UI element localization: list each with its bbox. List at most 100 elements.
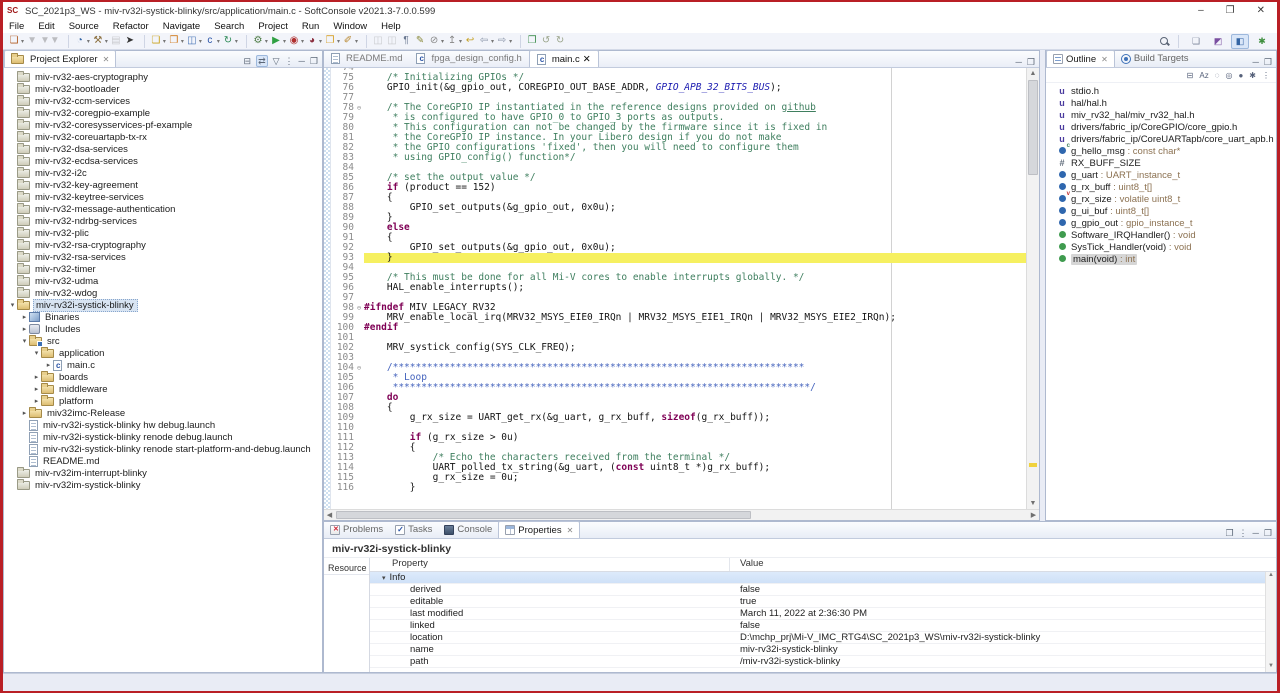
- dropdown-arrow-icon[interactable]: ▾: [319, 38, 322, 45]
- tab-console[interactable]: Console: [438, 521, 498, 538]
- minimize-view-icon[interactable]: ─: [1016, 57, 1022, 67]
- minimize-view-icon[interactable]: ─: [1253, 57, 1259, 67]
- outline-item[interactable]: main(void) : int: [1046, 253, 1276, 265]
- outline-item[interactable]: udrivers/fabric_ip/CoreUARTapb/core_uart…: [1046, 133, 1276, 145]
- tab-tasks[interactable]: Tasks: [389, 521, 438, 538]
- close-tab-icon[interactable]: ✕: [583, 54, 591, 65]
- twisty-icon[interactable]: ▸: [44, 361, 53, 369]
- view-menu-icon[interactable]: ⋮: [1262, 71, 1270, 80]
- scroll-down-icon[interactable]: ▼: [1266, 663, 1276, 672]
- hide-fields-icon[interactable]: ◌: [1215, 71, 1220, 80]
- tree-item[interactable]: miv-rv32i-systick-blinky renode start-pl…: [4, 443, 322, 455]
- scroll-left-icon[interactable]: ◀: [324, 510, 335, 520]
- show-whitespace-button[interactable]: ¶: [399, 34, 413, 49]
- tree-item[interactable]: ▸miv32imc-Release: [4, 407, 322, 419]
- outline-item[interactable]: vg_rx_size : volatile uint8_t: [1046, 193, 1276, 205]
- property-row[interactable]: locationD:\mchp_prj\Mi-V_IMC_RTG4\SC_202…: [370, 632, 1276, 644]
- tree-item[interactable]: ▸platform: [4, 395, 322, 407]
- close-view-icon[interactable]: ✕: [1101, 55, 1108, 64]
- run-button[interactable]: ▶▾: [269, 34, 287, 49]
- tree-item[interactable]: miv-rv32-rsa-cryptography: [4, 239, 322, 251]
- resource-tab[interactable]: Resource: [324, 562, 369, 575]
- tree-item[interactable]: miv-rv32-dsa-services: [4, 143, 322, 155]
- dropdown-arrow-icon[interactable]: ▾: [265, 38, 268, 45]
- tree-item[interactable]: miv-rv32-ecdsa-services: [4, 155, 322, 167]
- build-button[interactable]: ⚒▾: [91, 34, 109, 49]
- tab-project-explorer[interactable]: Project Explorer ✕: [4, 50, 116, 67]
- dropdown-arrow-icon[interactable]: ▾: [199, 38, 202, 45]
- profile-button[interactable]: ◉▾: [287, 34, 305, 49]
- tab-build-targets[interactable]: Build Targets: [1115, 50, 1195, 67]
- menu-refactor[interactable]: Refactor: [113, 21, 149, 32]
- last-edit-location-button[interactable]: ↩: [463, 34, 477, 49]
- menu-project[interactable]: Project: [258, 21, 288, 32]
- outline-item[interactable]: udrivers/fabric_ip/CoreGPIO/core_gpio.h: [1046, 121, 1276, 133]
- tree-item[interactable]: miv-rv32-coreuartapb-tx-rx: [4, 131, 322, 143]
- toggle-highlight-button[interactable]: ⊘▾: [427, 34, 445, 49]
- tree-item[interactable]: miv-rv32im-systick-blinky: [4, 479, 322, 491]
- reset-perspective-button[interactable]: ↻: [553, 34, 567, 49]
- scroll-up-icon[interactable]: ▲: [1027, 68, 1039, 79]
- nav-up-down-button[interactable]: ↥▾: [445, 34, 463, 49]
- pin-editor-button[interactable]: ↺: [539, 34, 553, 49]
- tree-item[interactable]: ▾miv-rv32i-systick-blinky: [4, 299, 322, 311]
- mark-occurrences-button[interactable]: ✎: [413, 34, 427, 49]
- tree-item[interactable]: README.md: [4, 455, 322, 467]
- maximize-button[interactable]: ❐: [1226, 4, 1235, 18]
- maximize-icon[interactable]: ❐: [1264, 528, 1272, 538]
- hide-non-public-icon[interactable]: ●: [1238, 71, 1243, 80]
- outline-item[interactable]: g_uart : UART_instance_t: [1046, 169, 1276, 181]
- tree-item[interactable]: ▸boards: [4, 371, 322, 383]
- dropdown-arrow-icon[interactable]: ▾: [163, 38, 166, 45]
- tree-item[interactable]: ▸main.c: [4, 359, 322, 371]
- menu-help[interactable]: Help: [381, 21, 401, 32]
- refresh-button[interactable]: ↻▾: [221, 34, 239, 49]
- minimize-icon[interactable]: ─: [299, 56, 305, 66]
- new-wizard-button[interactable]: ❏▾: [7, 34, 25, 49]
- sort-icon[interactable]: Az: [1199, 71, 1208, 80]
- perspective-cpp-button[interactable]: ◧: [1231, 34, 1249, 49]
- property-row[interactable]: derivedfalse: [370, 584, 1276, 596]
- filter-icon[interactable]: ▽: [273, 56, 280, 66]
- tree-item[interactable]: miv-rv32-aes-cryptography: [4, 71, 322, 83]
- search-icon[interactable]: [1159, 36, 1170, 47]
- tree-item[interactable]: miv-rv32-i2c: [4, 167, 322, 179]
- fold-marker-icon[interactable]: ⊖: [354, 363, 364, 373]
- select-tool-button[interactable]: ➤: [123, 34, 137, 49]
- menu-search[interactable]: Search: [214, 21, 244, 32]
- outline-item[interactable]: ustdio.h: [1046, 85, 1276, 97]
- outline-item[interactable]: umiv_rv32_hal/miv_rv32_hal.h: [1046, 109, 1276, 121]
- tab-problems[interactable]: Problems: [324, 521, 389, 538]
- editor-tab-main-c[interactable]: main.c✕: [529, 50, 599, 67]
- menu-run[interactable]: Run: [302, 21, 319, 32]
- dropdown-arrow-icon[interactable]: ▾: [21, 38, 24, 45]
- tree-item[interactable]: miv-rv32-timer: [4, 263, 322, 275]
- dropdown-arrow-icon[interactable]: ▾: [441, 38, 444, 45]
- menu-edit[interactable]: Edit: [38, 21, 54, 32]
- skip-all-breakpoints-button[interactable]: ◔▾: [73, 34, 91, 49]
- maximize-view-icon[interactable]: ❐: [1264, 57, 1272, 67]
- tab-properties[interactable]: Properties✕: [498, 521, 580, 538]
- outline-item[interactable]: g_ui_buf : uint8_t[]: [1046, 205, 1276, 217]
- minimize-icon[interactable]: ─: [1253, 528, 1259, 538]
- twisty-icon[interactable]: ▾: [32, 349, 41, 357]
- tree-item[interactable]: miv-rv32i-systick-blinky renode debug.la…: [4, 431, 322, 443]
- menu-navigate[interactable]: Navigate: [163, 21, 201, 32]
- view-menu-icon[interactable]: ⋮: [1239, 528, 1248, 538]
- property-row[interactable]: path/miv-rv32i-systick-blinky: [370, 656, 1276, 668]
- editor-tab-fpga-design-config-h[interactable]: fpga_design_config.h: [409, 50, 528, 67]
- tree-item[interactable]: miv-rv32im-interrupt-blinky: [4, 467, 322, 479]
- tree-item[interactable]: miv-rv32-bootloader: [4, 83, 322, 95]
- close-view-icon[interactable]: ✕: [103, 55, 110, 64]
- tree-item[interactable]: miv-rv32-coregpio-example: [4, 107, 322, 119]
- new-c-project-button[interactable]: ❐▾: [167, 34, 185, 49]
- tree-item[interactable]: miv-rv32-message-authentication: [4, 203, 322, 215]
- menu-window[interactable]: Window: [333, 21, 367, 32]
- open-in-new-window-icon[interactable]: ❐: [1225, 528, 1233, 538]
- tree-item[interactable]: miv-rv32-keytree-services: [4, 191, 322, 203]
- tree-item[interactable]: ▾src: [4, 335, 322, 347]
- dropdown-arrow-icon[interactable]: ▾: [459, 38, 462, 45]
- tree-item[interactable]: miv-rv32-wdog: [4, 287, 322, 299]
- tree-item[interactable]: miv-rv32-coresysservices-pf-example: [4, 119, 322, 131]
- open-external-button[interactable]: ❐▾: [323, 34, 341, 49]
